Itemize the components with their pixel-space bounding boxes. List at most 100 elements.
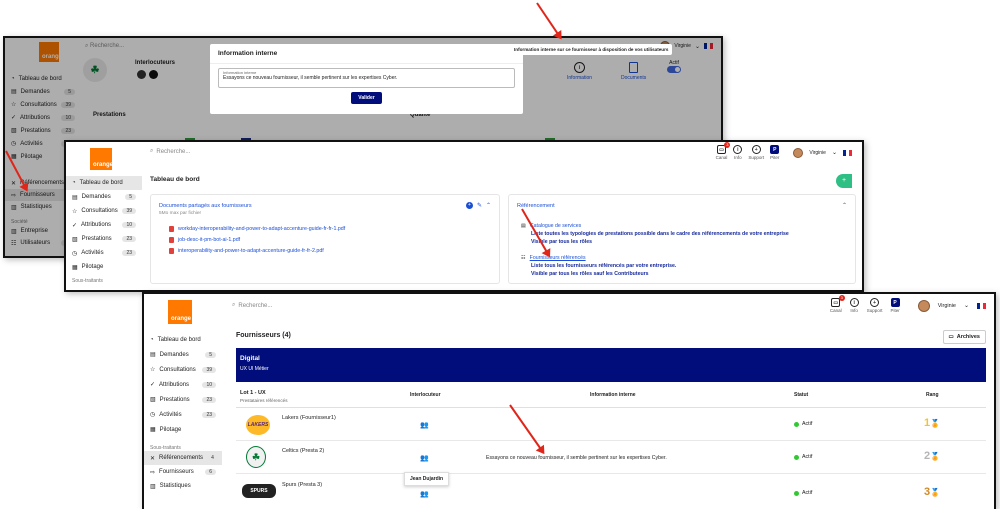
contacts-icon[interactable]: 👥 [420, 421, 429, 429]
piter-button[interactable]: P Piter [890, 298, 900, 313]
table-row[interactable]: LAKERS Lakers (Fournisseur1) 👥 Actif 1🏅 [236, 409, 986, 441]
top-toolbar: ▭ 3 Canal i Info + Support P Piter Virginie ⌄ [716, 142, 852, 160]
sidebar-item-pilotage[interactable]: ▦ Pilotage [144, 422, 222, 437]
banner-subtitle: UX UI Métier [240, 366, 269, 372]
avatar[interactable] [793, 147, 804, 158]
info-button[interactable]: i Info [849, 298, 859, 313]
sidebar-item-consultations[interactable]: ☆ Consultations 39 [144, 362, 222, 377]
clock-icon: ◷ [150, 412, 156, 418]
sidebar-item-demandes[interactable]: ▤ Demandes 5 [66, 190, 142, 204]
avatar[interactable] [917, 299, 930, 312]
sidebar-item-activites[interactable]: ◷Activités23 [144, 407, 222, 422]
rank-badge: 2🏅 [924, 450, 941, 462]
category-banner: Digital UX UI Métier [236, 348, 986, 382]
medal-icon: 🏅 [930, 452, 941, 461]
contacts-icon[interactable]: 👥 [420, 490, 429, 498]
canal-button[interactable]: ▭ 3 Canal [716, 142, 731, 160]
table-row[interactable]: SPURS Spurs (Presta 3) 👥 Actif 3🏅 [236, 476, 986, 509]
sidebar-item-prestations[interactable]: ▧ Prestations 23 [66, 232, 142, 246]
chart-icon: ▦ [72, 264, 78, 271]
supplier-name[interactable]: Spurs (Presta 3) [282, 482, 322, 488]
docs-card-actions: + ✎ ⌃ [465, 202, 491, 209]
medal-icon: 🏅 [930, 419, 941, 428]
sidebar-item-tableau-de-bord[interactable]: ◔ Tableau de bord [144, 332, 222, 347]
doc-link[interactable]: interoperability-and-power-to-adapt-acce… [169, 248, 491, 254]
doc-link[interactable]: workday-interoperability-and-power-to-ad… [169, 226, 491, 232]
catalogue-desc: Liste toutes les typologies de prestatio… [531, 231, 789, 237]
sidebar-item-tableau-de-bord[interactable]: ◔ Tableau de bord [66, 176, 142, 190]
status-dot [794, 421, 799, 427]
supplier-name[interactable]: Celtics (Presta 2) [282, 448, 324, 454]
inbox-icon: ▤ [72, 194, 78, 201]
sidebar-item-attributions[interactable]: ✓ Attributions 10 [66, 218, 142, 232]
fr-flag-icon[interactable] [977, 302, 986, 309]
sidebar-item-prestations[interactable]: ▧ Prestations 23 [144, 392, 222, 407]
lifebuoy-icon: + [751, 145, 761, 154]
referencement-card: Référencement ⌃ ▤ Catalogue de services L… [508, 194, 856, 284]
col-interlocuteur: Interlocuteur [410, 392, 441, 398]
information-tooltip: Information interne sur ce fournisseur à… [510, 44, 673, 55]
information-interne-field[interactable]: Information interne Essayons ce nouveau … [218, 68, 515, 88]
archives-button[interactable]: ▭ Archives [942, 330, 986, 344]
catalogue-services-link[interactable]: Catalogue de services [530, 223, 581, 229]
valider-button[interactable]: Valider [351, 92, 382, 104]
info-button[interactable]: i Info [733, 145, 743, 160]
annotation-arrow-tooltip [536, 2, 562, 39]
ref-card-title: Référencement [517, 203, 555, 209]
sidebar-item-demandes[interactable]: ▤ Demandes 5 [144, 347, 222, 362]
window-fournisseurs: orange ◔ Tableau de bord ▤ Demandes 5 ☆ Cons… [142, 292, 996, 509]
lot-subtitle: Prestataires référencés [240, 398, 288, 403]
rank-badge: 1🏅 [924, 417, 941, 429]
sidebar-item-activites[interactable]: ◷Activités23 [66, 246, 142, 260]
sidebar-item-consultations[interactable]: ☆ Consultations 39 [66, 204, 142, 218]
canal-button[interactable]: ▭ 3 Canal [830, 295, 845, 313]
sidebar-item-statistiques[interactable]: ▥ Statistiques [144, 479, 222, 493]
search-bar[interactable]: ⌕ Recherche... [232, 302, 272, 309]
document-icon: ▧ [72, 236, 78, 243]
add-widget-button[interactable]: + [836, 174, 852, 188]
fournisseurs-visibility: Visible par tous les rôles sauf les Cont… [531, 271, 649, 277]
info-icon: i [849, 298, 859, 307]
search-bar[interactable]: ⌕ Recherche... [150, 148, 190, 155]
gauge-icon: ◔ [72, 180, 76, 186]
chevron-up-icon[interactable]: ⌃ [486, 202, 491, 209]
search-icon: ⌕ [232, 302, 236, 308]
edit-icon[interactable]: ✎ [477, 202, 482, 209]
chevron-down-icon[interactable]: ⌄ [832, 149, 837, 156]
gauge-icon: ◔ [150, 336, 154, 343]
contacts-icon[interactable]: 👥 [420, 454, 429, 462]
chevron-up-icon[interactable]: ⌃ [842, 202, 847, 209]
inbox-icon: ▤ [150, 352, 156, 358]
chart-icon: ▦ [150, 427, 156, 433]
status-dot [794, 490, 799, 496]
sidebar-item-pilotage[interactable]: ▦ Pilotage [66, 260, 142, 274]
sidebar-item-attributions[interactable]: ✓ Attributions 10 [144, 377, 222, 392]
info-icon: i [733, 145, 743, 154]
bar-chart-icon: ▥ [150, 483, 156, 490]
doc-link[interactable]: job-desc-it-pm-bot-ai-1.pdf [169, 237, 491, 243]
add-circle-icon[interactable]: + [465, 202, 473, 209]
fournisseurs-references-link[interactable]: Fournisseurs référencés [530, 255, 586, 261]
sidebar: orange ◔ Tableau de bord ▤ Demandes 5 ☆ Cons… [66, 142, 142, 290]
tools-icon: ✕ [150, 455, 156, 462]
piter-icon: P [770, 145, 780, 154]
table-header: Lot 1 - UX Prestataires référencés Inter… [236, 386, 986, 408]
modal-title: Information interne [210, 44, 523, 64]
piter-button[interactable]: P Piter [770, 145, 779, 160]
handshake-icon: ✓ [72, 222, 78, 229]
document-icon: ▧ [150, 397, 156, 403]
star-icon: ☆ [150, 367, 156, 373]
docs-card-title: Documents partagés aux fournisseurs [159, 203, 252, 209]
supplier-name[interactable]: Lakers (Fournisseur1) [282, 415, 336, 421]
col-statut: Statut [794, 392, 809, 398]
fr-flag-icon[interactable] [843, 149, 852, 156]
chevron-down-icon[interactable]: ⌄ [964, 302, 969, 309]
lot-title: Lot 1 - UX [240, 390, 266, 396]
support-button[interactable]: + Support [748, 145, 764, 160]
sidebar-item-referencements[interactable]: ✕Référencements4 [144, 451, 222, 465]
sidebar-item-fournisseurs[interactable]: ⇨Fournisseurs6 [144, 465, 222, 479]
support-button[interactable]: + Support [867, 298, 882, 313]
table-row[interactable]: ☘ Celtics (Presta 2) 👥 Essayons ce nouve… [236, 442, 986, 474]
spurs-logo: SPURS [242, 484, 276, 498]
fournisseurs-desc: Liste tous les fournisseurs référencés p… [531, 263, 677, 269]
